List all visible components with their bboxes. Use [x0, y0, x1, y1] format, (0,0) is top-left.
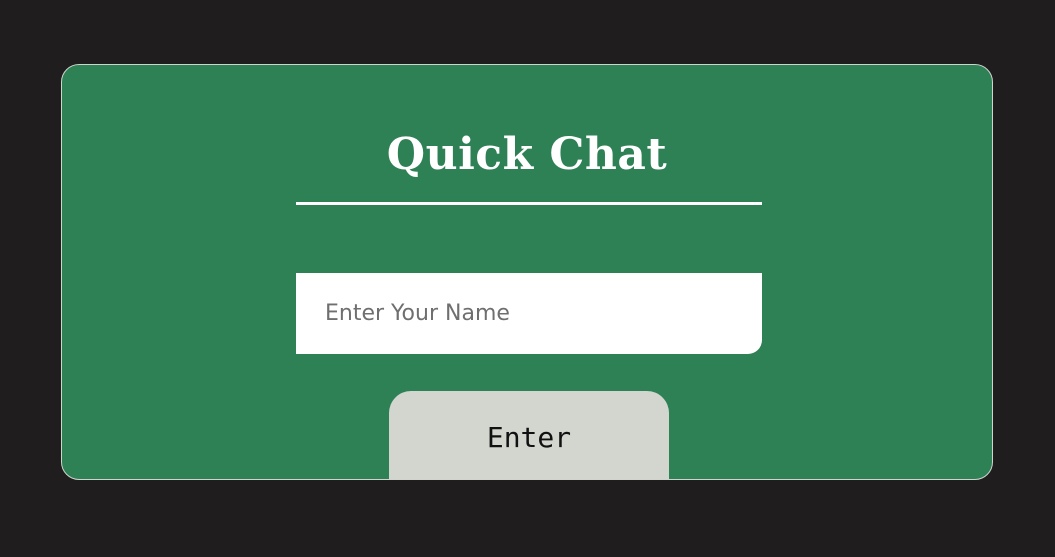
- enter-button[interactable]: Enter: [389, 391, 669, 479]
- name-input[interactable]: [296, 273, 762, 354]
- title-divider: [296, 202, 762, 205]
- enter-button-label: Enter: [486, 421, 572, 454]
- login-card: Quick Chat Enter: [61, 64, 993, 480]
- app-title: Quick Chat: [386, 129, 668, 180]
